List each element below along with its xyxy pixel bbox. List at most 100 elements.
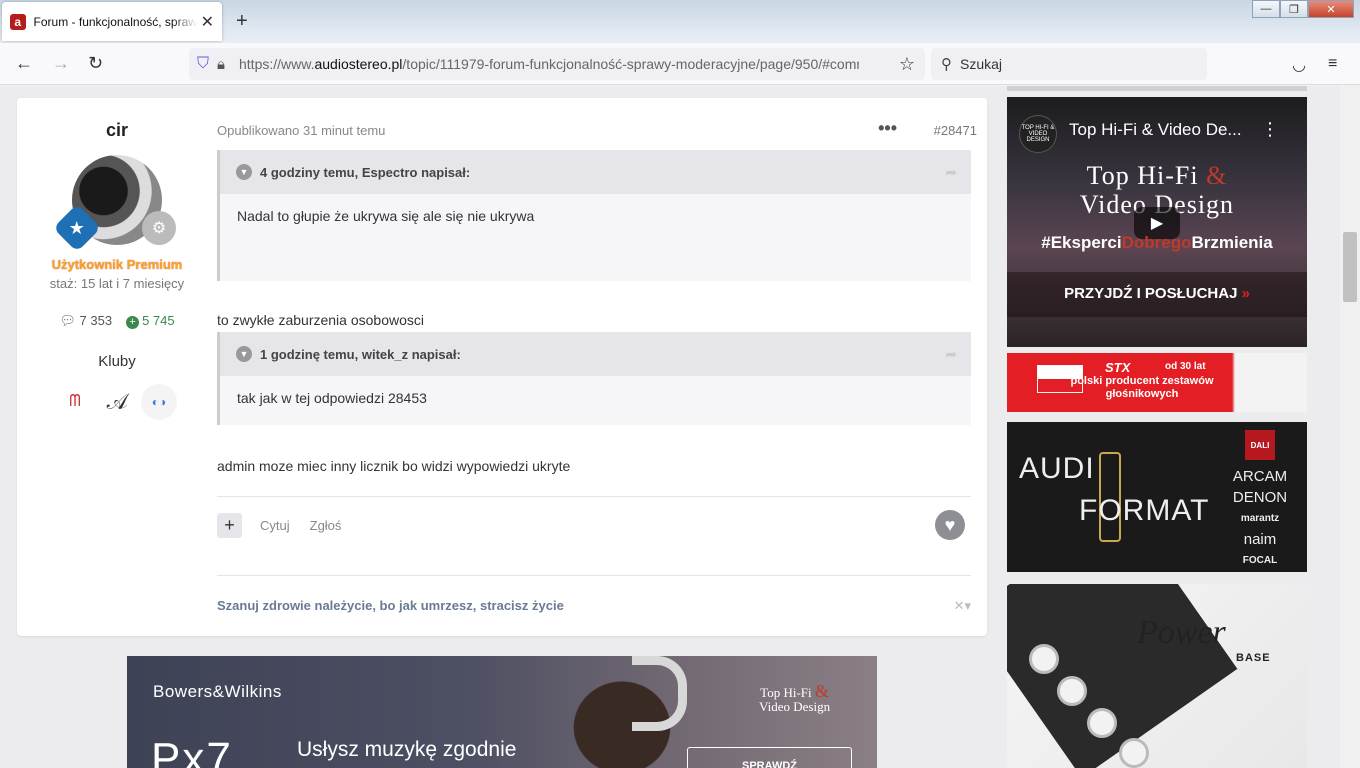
navigation-toolbar: ← → ↻ ⛉ 🔒︎ https://www.audiostereo.pl/to…: [0, 43, 1360, 85]
video-title[interactable]: Top Hi-Fi & Video De...: [1069, 120, 1242, 140]
ad-model: Px7: [151, 734, 233, 768]
video-hashtag: #EksperciDobregoBrzmienia: [1041, 233, 1273, 252]
ad-cta-button[interactable]: SPRAWDŹ: [687, 747, 852, 768]
avatar[interactable]: ★ ⚙: [52, 155, 176, 253]
divider: [217, 575, 971, 576]
post-text: admin moze miec inny licznik bo widzi wy…: [217, 458, 571, 474]
heart-icon[interactable]: ♥: [935, 510, 965, 540]
powerbase-ad[interactable]: Power BASE: [1007, 584, 1307, 768]
outlet-icon: [1057, 676, 1087, 706]
react-plus-button[interactable]: +: [217, 512, 242, 538]
tab-title: Forum - funkcjonalność, sprawy: [33, 14, 197, 29]
quote-header[interactable]: ▼ 1 godzinę temu, witek_z napisał: ➦: [220, 332, 971, 376]
forward-icon[interactable]: →: [52, 53, 70, 74]
outlet-icon: [1029, 644, 1059, 674]
rank-badge-icon: ★: [52, 203, 102, 253]
post-number[interactable]: #28471: [934, 123, 977, 138]
page-content: cir ★ ⚙ Użytkownik Premium staż: 15 lat …: [0, 86, 1340, 768]
quote-body: tak jak w tej odpowiedzi 28453: [237, 390, 427, 406]
club-logo-icon[interactable]: 𝒜: [99, 384, 135, 420]
window-controls: — ❐ ✕: [1252, 0, 1354, 18]
comment-icon: 💬︎: [59, 313, 76, 328]
stx-since: od 30 lat: [1165, 361, 1206, 372]
shield-icon[interactable]: ⛉: [197, 55, 209, 73]
ad-tagline: Usłysz muzykę zgodnie: [297, 738, 517, 761]
af-logo-part2: FORMAT: [1079, 494, 1210, 527]
post-date[interactable]: Opublikowano 31 minut temu: [217, 123, 385, 138]
search-box[interactable]: ⚲ Szukaj: [931, 48, 1207, 80]
outlet-icon: [1119, 738, 1149, 768]
clubs-label: Kluby: [98, 353, 136, 370]
back-icon[interactable]: ←: [15, 53, 33, 74]
share-icon[interactable]: ➦: [945, 346, 957, 363]
brand-list: ARCAM DENON marantz naim FOCAL: [1232, 468, 1288, 566]
af-logo-part1: AUDI: [1019, 452, 1095, 485]
url-text[interactable]: https://www.audiostereo.pl/topic/111979-…: [239, 56, 859, 72]
address-bar[interactable]: ⛉ 🔒︎ https://www.audiostereo.pl/topic/11…: [189, 48, 925, 80]
more-vertical-icon[interactable]: ⋮: [1261, 119, 1279, 140]
close-window-button[interactable]: ✕: [1308, 0, 1354, 18]
partner-logo: Top Hi-Fi & Video Design: [759, 681, 831, 714]
more-options-icon[interactable]: •••: [878, 118, 897, 139]
scrollbar[interactable]: [1340, 86, 1360, 768]
pocket-icon[interactable]: ◡: [1292, 55, 1306, 75]
signature-close-icon[interactable]: ✕▾: [954, 598, 971, 614]
signature: Szanuj zdrowie należycie, bo jak umrzesz…: [217, 598, 564, 613]
quote-body: Nadal to głupie że ukrywa się ale się ni…: [237, 208, 535, 224]
plus-circle-icon: +: [126, 316, 140, 329]
stx-ad[interactable]: STX od 30 lat polski producent zestawów …: [1007, 353, 1307, 412]
ad-top-strip: [1007, 86, 1307, 91]
powerbase-sub: BASE: [1236, 652, 1271, 664]
headphones-icon: [632, 656, 687, 731]
lock-icon[interactable]: 🔒︎: [217, 56, 225, 73]
quote-header[interactable]: ▼ 4 godziny temu, Espectro napisał: ➦: [220, 150, 971, 194]
new-tab-button[interactable]: +: [236, 10, 248, 33]
post-actions: + Cytuj Zgłoś ♥: [217, 510, 971, 540]
video-cta: PRZYJDŹ I POSŁUCHAJ »: [1007, 272, 1307, 317]
report-button[interactable]: Zgłoś: [310, 518, 342, 533]
forum-post: cir ★ ⚙ Użytkownik Premium staż: 15 lat …: [17, 98, 987, 636]
chevron-down-icon[interactable]: ▼: [236, 346, 252, 362]
share-icon[interactable]: ➦: [945, 164, 957, 181]
power-strip-image: [1007, 584, 1238, 768]
club-logo-icon[interactable]: ᗰ: [57, 384, 93, 420]
author-name[interactable]: cir: [17, 120, 217, 141]
clubs-list: ᗰ 𝒜 ◐◑: [17, 384, 217, 420]
reload-icon[interactable]: ↻: [88, 53, 103, 74]
youtube-ad[interactable]: TOP HI-FI & VIDEO DESIGN Top Hi-Fi & Vid…: [1007, 97, 1307, 347]
club-logo-icon[interactable]: ◐◑: [141, 384, 177, 420]
favicon-icon: a: [10, 13, 26, 30]
chevron-down-icon[interactable]: ▼: [236, 164, 252, 180]
gear-badge-icon: ⚙: [142, 211, 176, 245]
browser-titlebar: a Forum - funkcjonalność, sprawy ✕ + — ❐…: [0, 0, 1360, 43]
user-counts: 💬︎ 7 353 +5 745: [17, 313, 217, 329]
bowers-wilkins-ad[interactable]: Bowers&Wilkins Top Hi-Fi & Video Design P…: [127, 656, 877, 768]
user-tenure: staż: 15 lat i 7 miesięcy: [49, 276, 185, 291]
author-panel: cir ★ ⚙ Użytkownik Premium staż: 15 lat …: [17, 98, 217, 420]
bookmark-star-icon[interactable]: ☆: [899, 54, 915, 75]
search-icon: ⚲: [941, 56, 952, 73]
quote-block: ▼ 1 godzinę temu, witek_z napisał: ➦ tak j…: [217, 332, 971, 425]
browser-tab[interactable]: a Forum - funkcjonalność, sprawy ✕: [2, 2, 222, 41]
user-role: Użytkownik Premium: [51, 257, 183, 272]
close-tab-icon[interactable]: ✕: [201, 12, 214, 32]
channel-avatar[interactable]: TOP HI-FI & VIDEO DESIGN: [1019, 115, 1057, 153]
scrollbar-thumb[interactable]: [1343, 232, 1357, 302]
search-placeholder: Szukaj: [960, 56, 1003, 72]
powerbase-logo: Power: [1137, 614, 1226, 651]
divider: [217, 496, 971, 497]
posts-count[interactable]: 💬︎ 7 353: [59, 313, 112, 329]
post-text: to zwykłe zaburzenia osobowosci: [217, 312, 424, 328]
bw-logo: Bowers&Wilkins: [153, 682, 282, 701]
minimize-button[interactable]: —: [1252, 0, 1280, 18]
reputation-count[interactable]: +5 745: [126, 313, 175, 329]
quote-block: ▼ 4 godziny temu, Espectro napisał: ➦ Nada…: [217, 150, 971, 281]
outlet-icon: [1087, 708, 1117, 738]
stx-text: polski producent zestawów głośnikowych: [1070, 375, 1214, 400]
dali-logo: DALI: [1245, 430, 1275, 460]
audioformat-ad[interactable]: AUDI FORMAT DALI ARCAM DENON marantz nai…: [1007, 422, 1307, 572]
maximize-button[interactable]: ❐: [1280, 0, 1308, 18]
menu-icon[interactable]: ≡: [1328, 55, 1337, 73]
stx-logo: STX: [1105, 360, 1131, 375]
quote-button[interactable]: Cytuj: [260, 518, 290, 533]
